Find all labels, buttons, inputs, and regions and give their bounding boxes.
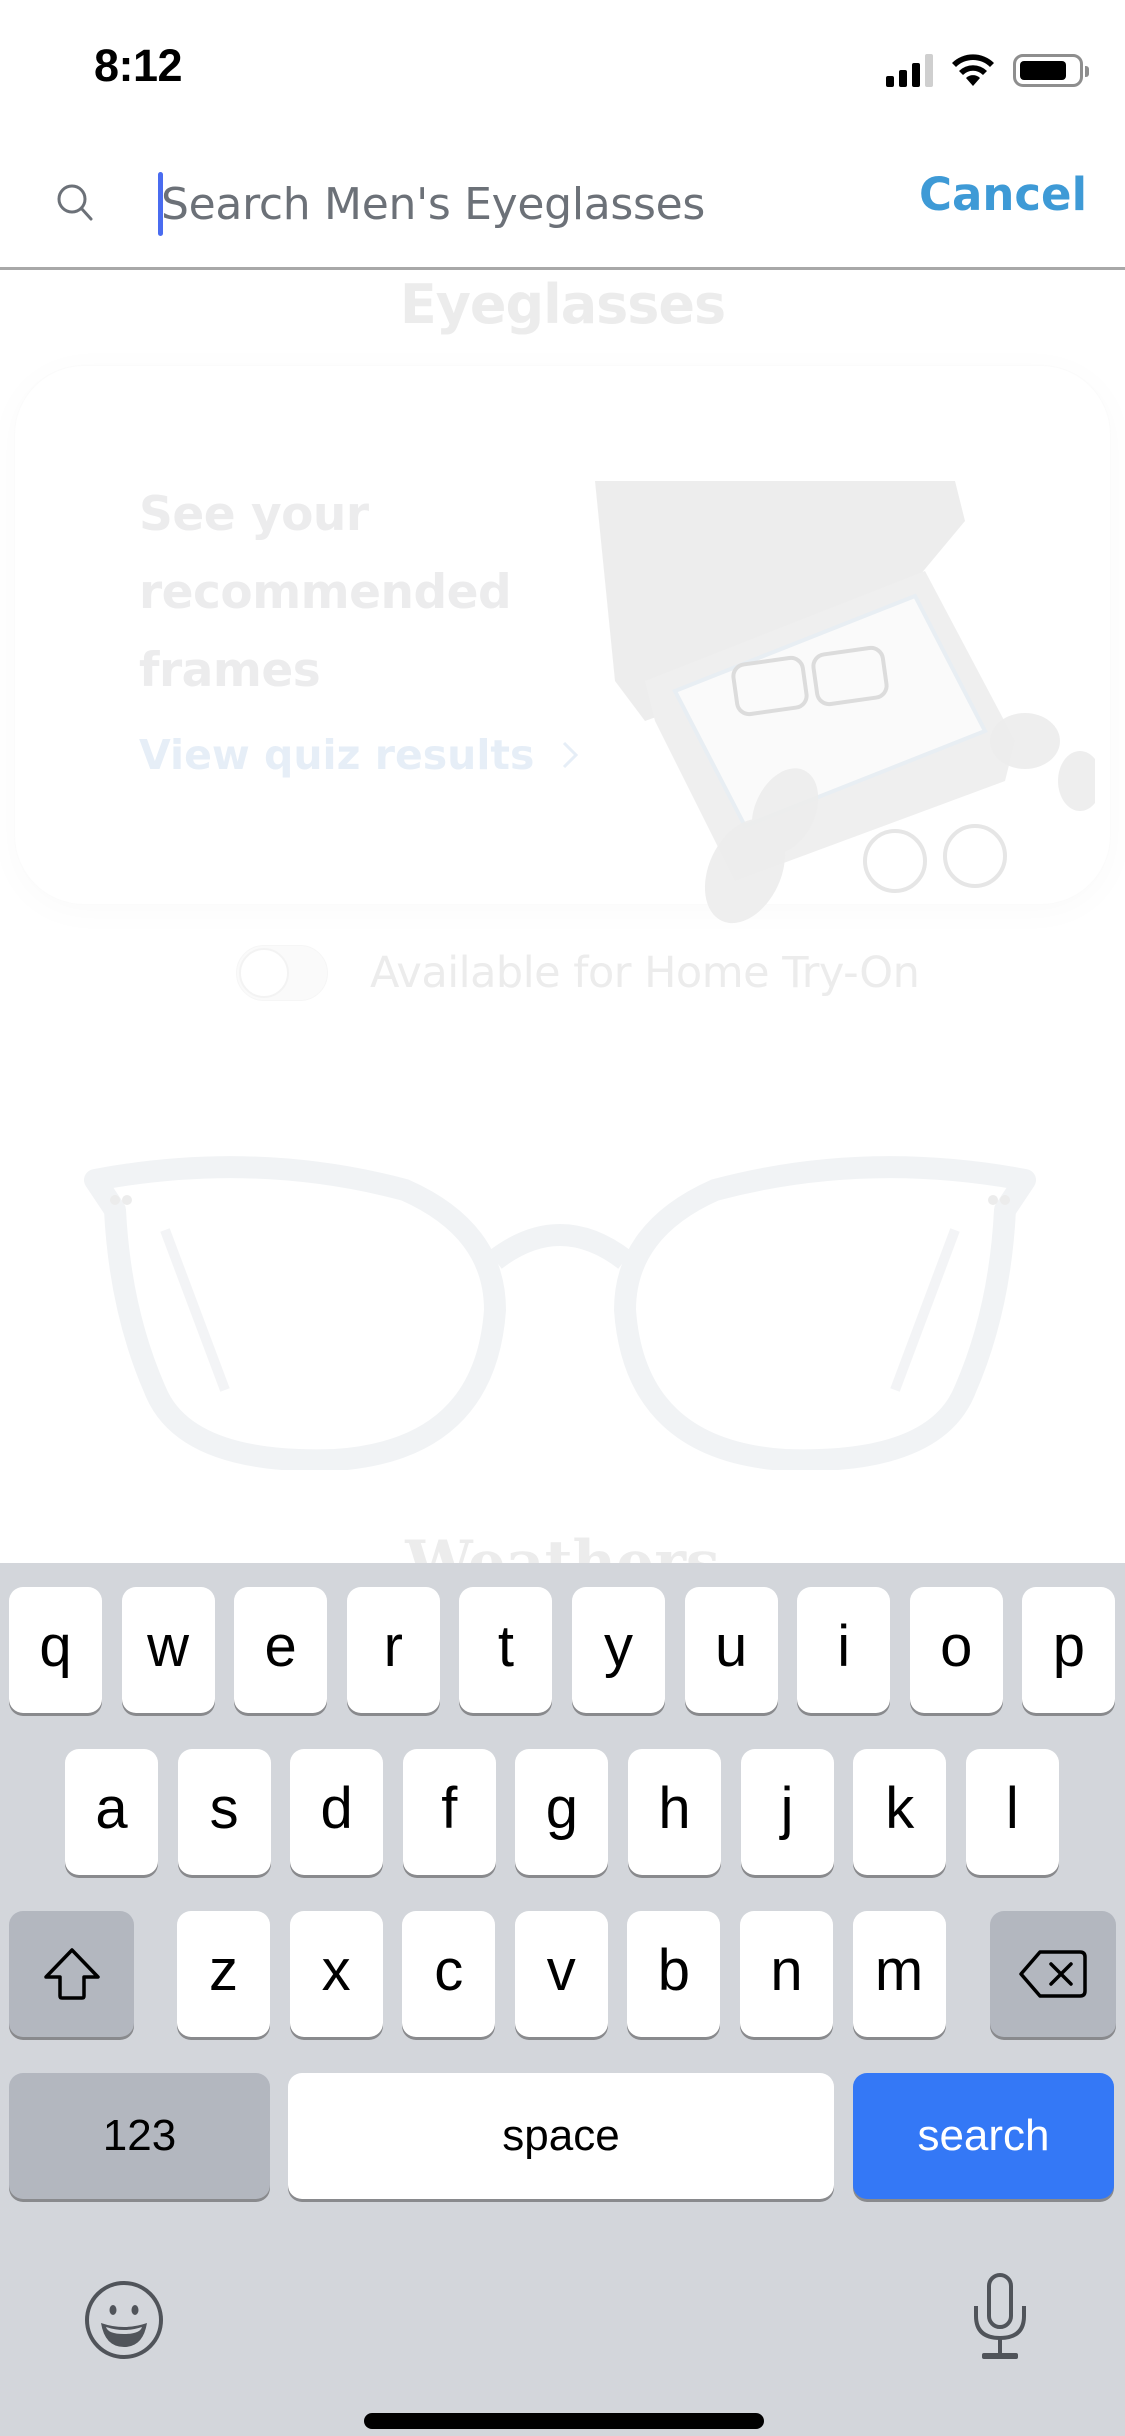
key-label: n — [770, 1937, 803, 2003]
search-input[interactable] — [161, 170, 911, 238]
key-f[interactable]: f — [402, 1749, 496, 1875]
key-k[interactable]: k — [853, 1749, 947, 1875]
key-label: z — [209, 1937, 238, 2003]
quiz-card: See your recommended frames View quiz re… — [14, 365, 1111, 924]
home-try-on-label: Available for Home Try-On — [370, 948, 920, 998]
key-w[interactable]: w — [121, 1587, 215, 1713]
view-quiz-results-link: View quiz results — [139, 731, 579, 779]
home-indicator[interactable] — [364, 2413, 764, 2429]
view-quiz-results-label: View quiz results — [139, 731, 535, 779]
emoji-icon[interactable] — [83, 2279, 165, 2361]
key-label: v — [546, 1937, 576, 2003]
delete-key[interactable] — [990, 1911, 1116, 2037]
key-c[interactable]: c — [402, 1911, 496, 2037]
battery-icon — [1013, 53, 1089, 87]
key-label: w — [147, 1613, 190, 1679]
key-label: e — [264, 1613, 297, 1679]
space-key[interactable]: space — [288, 2073, 834, 2199]
key-label: j — [780, 1775, 794, 1841]
key-y[interactable]: y — [572, 1587, 665, 1713]
product-name: Weathers — [405, 1528, 720, 1563]
key-s[interactable]: s — [177, 1749, 271, 1875]
key-label: d — [320, 1775, 353, 1841]
signal-icon — [886, 53, 933, 87]
key-q[interactable]: q — [9, 1587, 102, 1713]
key-label: u — [714, 1613, 748, 1679]
key-b[interactable]: b — [627, 1911, 721, 2037]
key-p[interactable]: p — [1022, 1587, 1116, 1713]
background-page: Eyeglasses See your recommended frames V… — [0, 270, 1125, 1563]
keyboard: 123 space search q w e r t y u i o p a s d f g h j k l z x c v… — [0, 1563, 1125, 2436]
key-label: m — [874, 1937, 924, 2003]
key-label: a — [95, 1775, 128, 1841]
key-label: o — [940, 1613, 973, 1679]
search-icon — [57, 184, 93, 221]
key-label: b — [657, 1937, 691, 2003]
search-key[interactable]: search — [853, 2073, 1114, 2199]
key-j[interactable]: j — [740, 1749, 834, 1875]
shift-key[interactable] — [9, 1911, 134, 2037]
key-u[interactable]: u — [684, 1587, 778, 1713]
shift-icon — [43, 1948, 100, 2000]
key-label: q — [39, 1613, 72, 1679]
key-a[interactable]: a — [65, 1749, 158, 1875]
numbers-key[interactable]: 123 — [9, 2073, 270, 2199]
key-label: l — [1005, 1775, 1019, 1841]
key-z[interactable]: z — [177, 1911, 270, 2037]
key-x[interactable]: x — [289, 1911, 383, 2037]
key-label: s — [209, 1775, 239, 1841]
key-label: c — [434, 1937, 464, 2003]
key-label: g — [545, 1775, 579, 1841]
key-g[interactable]: g — [515, 1749, 609, 1875]
home-try-on-box-image — [595, 481, 1095, 924]
key-h[interactable]: h — [628, 1749, 721, 1875]
cancel-button[interactable]: Cancel — [919, 168, 1087, 221]
key-label: h — [658, 1775, 691, 1841]
key-label: y — [604, 1613, 633, 1679]
search-header: Cancel — [0, 132, 1125, 270]
key-i[interactable]: i — [797, 1587, 891, 1713]
home-try-on-filter: Available for Home Try-On — [236, 945, 920, 1001]
key-label: x — [321, 1937, 351, 2003]
key-m[interactable]: m — [852, 1911, 946, 2037]
key-t[interactable]: t — [459, 1587, 553, 1713]
status-time: 8:12 — [94, 40, 183, 91]
key-n[interactable]: n — [740, 1911, 833, 2037]
key-e[interactable]: e — [234, 1587, 328, 1713]
microphone-icon[interactable] — [970, 2271, 1030, 2363]
status-bar: 8:12 — [0, 0, 1125, 132]
key-d[interactable]: d — [290, 1749, 384, 1875]
key-label: p — [1052, 1613, 1086, 1679]
key-label: t — [497, 1613, 514, 1679]
wifi-icon — [952, 54, 994, 86]
clear-square-eyeglasses-image — [84, 1156, 1036, 1470]
key-v[interactable]: v — [514, 1911, 608, 2037]
key-o[interactable]: o — [909, 1587, 1003, 1713]
page-title: Eyeglasses — [399, 273, 726, 336]
key-label: i — [837, 1613, 851, 1679]
key-r[interactable]: r — [346, 1587, 440, 1713]
home-try-on-toggle — [236, 945, 328, 1001]
key-label: r — [383, 1613, 403, 1679]
key-label: k — [885, 1775, 915, 1841]
quiz-heading: See your recommended frames — [139, 487, 512, 698]
status-icons — [886, 52, 1089, 88]
key-l[interactable]: l — [965, 1749, 1059, 1875]
delete-icon — [1019, 1950, 1087, 1998]
key-label: f — [441, 1775, 458, 1841]
